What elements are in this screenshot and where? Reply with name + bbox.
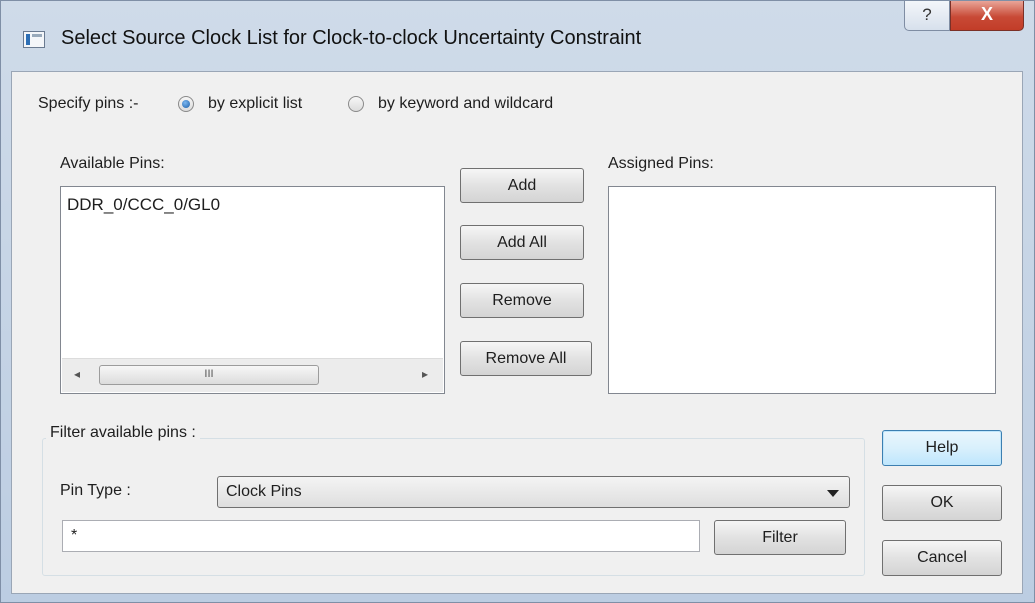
help-button[interactable]: Help xyxy=(882,430,1002,466)
assigned-pins-label: Assigned Pins: xyxy=(608,155,714,172)
app-window-icon xyxy=(23,31,45,48)
radio-keyword-wildcard-label[interactable]: by keyword and wildcard xyxy=(378,95,553,113)
radio-keyword-wildcard[interactable] xyxy=(348,96,364,112)
chevron-down-icon[interactable] xyxy=(827,490,839,497)
close-button[interactable]: X xyxy=(950,1,1024,31)
horizontal-scrollbar[interactable]: ◂ III ▸ xyxy=(62,358,443,392)
dialog-body: Specify pins :- by explicit list by keyw… xyxy=(11,71,1023,594)
add-all-button[interactable]: Add All xyxy=(460,225,584,260)
pin-type-select[interactable]: Clock Pins xyxy=(217,476,850,508)
dialog-window: Select Source Clock List for Clock-to-cl… xyxy=(0,0,1035,603)
filter-button[interactable]: Filter xyxy=(714,520,846,555)
radio-explicit-list[interactable] xyxy=(178,96,194,112)
remove-all-button[interactable]: Remove All xyxy=(460,341,592,376)
scrollbar-thumb[interactable]: III xyxy=(99,365,319,385)
add-button[interactable]: Add xyxy=(460,168,584,203)
remove-button[interactable]: Remove xyxy=(460,283,584,318)
title-help-button[interactable]: ? xyxy=(904,1,950,31)
cancel-button[interactable]: Cancel xyxy=(882,540,1002,576)
filter-group-title: Filter available pins : xyxy=(46,424,200,442)
scroll-right-icon[interactable]: ▸ xyxy=(422,367,428,381)
specify-pins-label: Specify pins :- xyxy=(38,95,139,112)
title-bar: Select Source Clock List for Clock-to-cl… xyxy=(1,1,1034,71)
available-pins-label: Available Pins: xyxy=(60,155,165,172)
filter-pattern-field[interactable] xyxy=(62,520,700,552)
available-pins-list[interactable]: DDR_0/CCC_0/GL0 ◂ III ▸ xyxy=(60,186,445,394)
pin-type-label: Pin Type : xyxy=(60,482,131,499)
pin-type-value: Clock Pins xyxy=(226,483,302,500)
scroll-left-icon[interactable]: ◂ xyxy=(74,367,80,381)
ok-button[interactable]: OK xyxy=(882,485,1002,521)
radio-explicit-list-label[interactable]: by explicit list xyxy=(208,95,302,113)
window-title: Select Source Clock List for Clock-to-cl… xyxy=(61,27,642,49)
filter-pattern-input[interactable] xyxy=(71,527,671,545)
assigned-pins-list[interactable] xyxy=(608,186,996,394)
list-item[interactable]: DDR_0/CCC_0/GL0 xyxy=(67,195,220,215)
